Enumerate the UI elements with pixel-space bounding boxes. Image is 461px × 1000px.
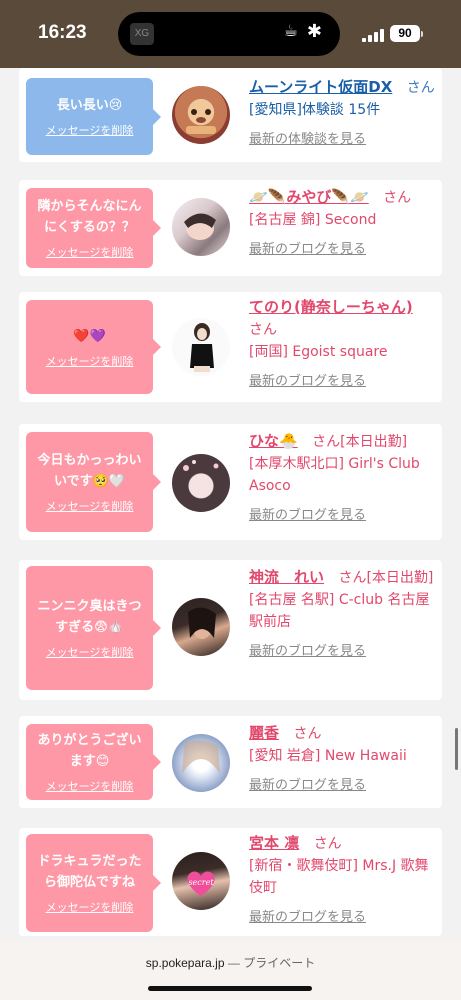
user-name-link[interactable]: 🪐🪶みやび🪶🪐: [249, 188, 369, 206]
home-indicator[interactable]: [148, 986, 312, 991]
user-name-link[interactable]: ムーンライト仮面DX: [249, 78, 392, 96]
message-card: ありがとうございます😊 メッセージを削除 麗香 さん [愛知 岩倉] New H…: [19, 716, 442, 808]
dynamic-island: XG ☕ ✱: [118, 12, 340, 56]
latest-post-link[interactable]: 最新の体験談を見る: [249, 129, 437, 151]
avatar[interactable]: [172, 598, 230, 656]
user-info: てのり(静奈しーちゃん) さん [両国] Egoist square 最新のブロ…: [249, 296, 437, 393]
latest-post-link[interactable]: 最新のブログを見る: [249, 641, 437, 663]
delete-message-link[interactable]: メッセージを削除: [46, 353, 134, 369]
honorific: さん[本日出勤]: [312, 434, 408, 450]
clock: 16:23: [38, 22, 87, 43]
message-bubble: ドラキュラだったら御陀仏ですね メッセージを削除: [26, 834, 161, 932]
latest-post-link[interactable]: 最新のブログを見る: [249, 371, 437, 393]
url-domain: sp.pokepara.jp: [145, 956, 225, 970]
user-name-link[interactable]: ひな🐣: [249, 432, 298, 450]
honorific: さん: [383, 190, 412, 206]
app-icon: XG: [130, 23, 154, 45]
user-info: 麗香 さん [愛知 岩倉] New Hawaii 最新のブログを見る: [249, 722, 437, 797]
bell-icon: ☕: [283, 21, 298, 40]
user-info: ひな🐣 さん[本日出勤] [本厚木駅北口] Girl's Club Asoco …: [249, 430, 437, 527]
avatar[interactable]: secret: [172, 852, 230, 910]
battery-tip: [421, 31, 423, 37]
latest-post-link[interactable]: 最新のブログを見る: [249, 775, 437, 797]
message-bubble: ❤️💜 メッセージを削除: [26, 300, 161, 394]
browser-address-bar[interactable]: sp.pokepara.jp — プライベート: [0, 940, 461, 1000]
latest-post-link[interactable]: 最新のブログを見る: [249, 907, 437, 929]
message-card: 今日もかっっわいいです🥺🤍 メッセージを削除 ひな🐣 さん[本日出勤] [本厚木…: [19, 424, 442, 540]
message-card: ❤️💜 メッセージを削除 てのり(静奈しーちゃん) さん [両国] Egoist…: [19, 292, 442, 402]
shop-label[interactable]: [新宿・歌舞伎町] Mrs.J 歌舞伎町: [249, 858, 429, 896]
message-text: ❤️💜: [73, 328, 106, 344]
delete-message-link[interactable]: メッセージを削除: [46, 778, 134, 794]
message-text: 隣からそんなにんにくするの？？: [37, 199, 142, 235]
message-card: ドラキュラだったら御陀仏ですね メッセージを削除 secret 宮本 凛 さん …: [19, 828, 442, 936]
user-name-link[interactable]: 宮本 凛: [249, 834, 299, 852]
scrollbar[interactable]: [455, 728, 458, 770]
private-mode-label: プライベート: [243, 956, 316, 970]
shop-label[interactable]: [本厚木駅北口] Girl's Club Asoco: [249, 456, 420, 494]
shop-label[interactable]: [両国] Egoist square: [249, 344, 388, 360]
delete-message-link[interactable]: メッセージを削除: [46, 644, 134, 660]
user-name-link[interactable]: てのり(静奈しーちゃん): [249, 298, 413, 316]
url-separator: —: [227, 956, 240, 970]
status-bar: 16:23 XG ☕ ✱ 90: [0, 0, 461, 68]
message-bubble: 長い長い😢 メッセージを削除: [26, 78, 161, 155]
honorific: さん: [313, 836, 342, 852]
avatar-secret-label: secret: [188, 878, 214, 887]
latest-post-link[interactable]: 最新のブログを見る: [249, 505, 437, 527]
honorific: さん: [406, 80, 435, 96]
avatar[interactable]: [172, 734, 230, 792]
message-bubble: 今日もかっっわいいです🥺🤍 メッセージを削除: [26, 432, 161, 532]
battery-icon: 90: [390, 25, 420, 42]
message-bubble: ニンニク臭はきつすぎる😨🧄 メッセージを削除: [26, 566, 161, 690]
message-text: ドラキュラだったら御陀仏ですね: [37, 854, 142, 890]
message-text: 今日もかっっわいいです🥺🤍: [37, 453, 142, 489]
user-info: 🪐🪶みやび🪶🪐 さん [名古屋 錦] Second 最新のブログを見る: [249, 186, 437, 261]
honorific: さん: [293, 726, 322, 742]
honorific: さん[本日出勤]: [338, 570, 434, 586]
shop-label[interactable]: [愛知県]体験談 15件: [249, 102, 380, 118]
message-card: 長い長い😢 メッセージを削除 ムーンライト仮面DX さん [愛知県]体験談 15…: [19, 68, 442, 162]
delete-message-link[interactable]: メッセージを削除: [46, 122, 134, 138]
message-text: ありがとうございます😊: [37, 733, 142, 769]
shop-label[interactable]: [名古屋 錦] Second: [249, 212, 376, 228]
user-info: 宮本 凛 さん [新宿・歌舞伎町] Mrs.J 歌舞伎町 最新のブログを見る: [249, 832, 437, 929]
shop-label[interactable]: [名古屋 名駅] C-club 名古屋駅前店: [249, 592, 429, 630]
message-text: 長い長い😢: [56, 98, 123, 113]
shop-label[interactable]: [愛知 岩倉] New Hawaii: [249, 748, 407, 764]
user-info: ムーンライト仮面DX さん [愛知県]体験談 15件 最新の体験談を見る: [249, 76, 437, 151]
delete-message-link[interactable]: メッセージを削除: [46, 899, 134, 915]
honorific: さん: [249, 322, 277, 338]
user-name-link[interactable]: 神流 れい: [249, 568, 324, 586]
delete-message-link[interactable]: メッセージを削除: [46, 244, 134, 260]
message-text: ニンニク臭はきつすぎる😨🧄: [37, 599, 142, 635]
avatar[interactable]: [172, 454, 230, 512]
message-bubble: 隣からそんなにんにくするの？？ メッセージを削除: [26, 188, 161, 268]
avatar[interactable]: [172, 318, 230, 376]
bluetooth-icon: ✱: [306, 21, 322, 42]
avatar[interactable]: [172, 198, 230, 256]
signal-icon: [362, 28, 384, 42]
message-list: 長い長い😢 メッセージを削除 ムーンライト仮面DX さん [愛知県]体験談 15…: [0, 68, 461, 940]
user-name-link[interactable]: 麗香: [249, 724, 279, 742]
avatar[interactable]: [172, 86, 230, 144]
message-card: 隣からそんなにんにくするの？？ メッセージを削除 🪐🪶みやび🪶🪐 さん [名古屋…: [19, 180, 442, 276]
latest-post-link[interactable]: 最新のブログを見る: [249, 239, 437, 261]
message-card: ニンニク臭はきつすぎる😨🧄 メッセージを削除 神流 れい さん[本日出勤] [名…: [19, 560, 442, 700]
url-label[interactable]: sp.pokepara.jp — プライベート: [0, 954, 461, 971]
user-info: 神流 れい さん[本日出勤] [名古屋 名駅] C-club 名古屋駅前店 最新…: [249, 566, 437, 663]
message-bubble: ありがとうございます😊 メッセージを削除: [26, 724, 161, 800]
delete-message-link[interactable]: メッセージを削除: [46, 498, 134, 514]
